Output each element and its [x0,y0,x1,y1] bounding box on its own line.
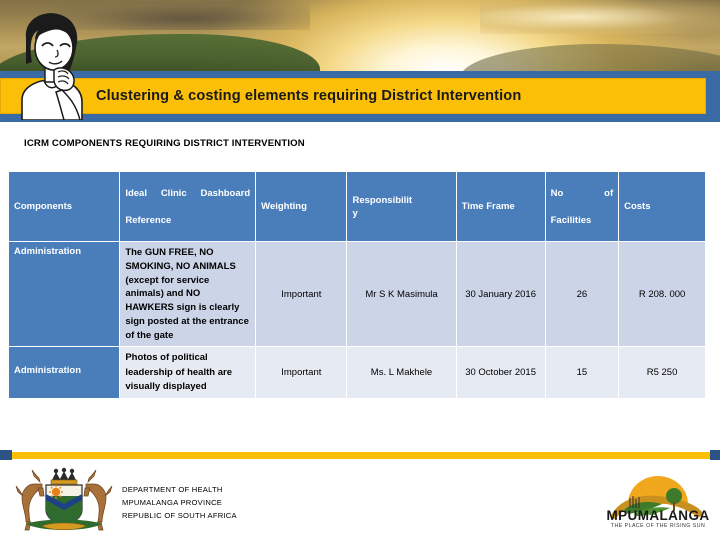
column-header-weighting-label: Weighting [261,201,307,212]
footer-line-3: REPUBLIC OF SOUTH AFRICA [122,511,237,521]
cell-ideal-clinic-reference: The GUN FREE, NO SMOKING, NO ANIMALS (ex… [119,240,257,348]
header-word-responsibilit: Responsibilit [352,194,413,206]
column-header-time-frame[interactable]: Time Frame [455,171,546,242]
mpumalanga-logo-wordmark: MPUMALANGA [606,508,710,523]
cell-no-of-facilities: 15 [544,346,620,400]
cell-time-frame: 30 October 2015 [455,346,546,400]
cell-component: Administration [7,346,121,400]
cell-time-frame: 30 January 2016 [455,240,546,348]
cell-responsibility: Ms. L Makhele [346,346,457,400]
icrm-components-table: Components Ideal Clinic Dashboard Refere… [7,171,706,400]
header-word-y: y [352,207,358,219]
mpumalanga-logo-tagline: THE PLACE OF THE RISING SUN [610,523,706,529]
header-word-of: of [604,187,614,199]
column-header-components[interactable]: Components [7,171,121,242]
cell-costs: R 208. 000 [618,240,706,348]
column-header-time-frame-label: Time Frame [461,201,515,212]
cell-weighting: Important [255,346,348,400]
cell-costs: R5 250 [618,346,706,400]
table-row[interactable]: Administration The GUN FREE, NO SMOKING,… [7,240,706,348]
column-header-components-label: Components [14,201,73,212]
table-row[interactable]: Administration Photos of political leade… [7,346,706,400]
cell-weighting: Important [255,240,348,348]
cell-no-of-facilities: 26 [544,240,620,348]
header-word-clinic: Clinic [160,187,187,199]
header-banner: Clustering & costing elements requiring … [0,0,720,122]
header-word-ideal: Ideal [125,187,147,199]
cell-ideal-clinic-reference: Photos of political leadership of health… [119,346,257,400]
cell-responsibility: Mr S K Masimula [346,240,457,348]
footer-line-2: MPUMALANGA PROVINCE [122,498,223,508]
column-header-responsibility[interactable]: Responsibilit y [346,171,457,242]
icrm-components-table-wrapper: Components Ideal Clinic Dashboard Refere… [7,171,706,400]
header-word-reference: Reference [125,214,172,226]
column-header-no-of-facilities[interactable]: No of Facilities [544,171,620,242]
table-header-row: Components Ideal Clinic Dashboard Refere… [7,171,706,242]
footer-divider-cap-left [0,450,12,460]
footer-department-text: DEPARTMENT OF HEALTH MPUMALANGA PROVINCE… [122,483,237,522]
footer-divider-bar [0,452,720,459]
column-header-costs-label: Costs [624,201,651,212]
page-title: Clustering & costing elements requiring … [96,88,522,104]
column-header-weighting[interactable]: Weighting [255,171,348,242]
column-header-ideal-clinic-dashboard-reference[interactable]: Ideal Clinic Dashboard Reference [119,171,257,242]
banner-cloud-right [480,0,720,34]
footer-line-1: DEPARTMENT OF HEALTH [122,485,223,494]
header-word-dashboard: Dashboard [200,187,251,199]
section-title: ICRM COMPONENTS REQUIRING DISTRICT INTER… [24,138,305,149]
column-header-costs[interactable]: Costs [618,171,706,242]
footer-divider-cap-right [710,450,720,460]
thinking-woman-illustration [21,13,83,120]
header-word-no: No [550,187,564,199]
cell-component: Administration [7,240,121,348]
header-word-facilities: Facilities [550,214,592,226]
mpumalanga-coat-of-arms [15,467,113,531]
